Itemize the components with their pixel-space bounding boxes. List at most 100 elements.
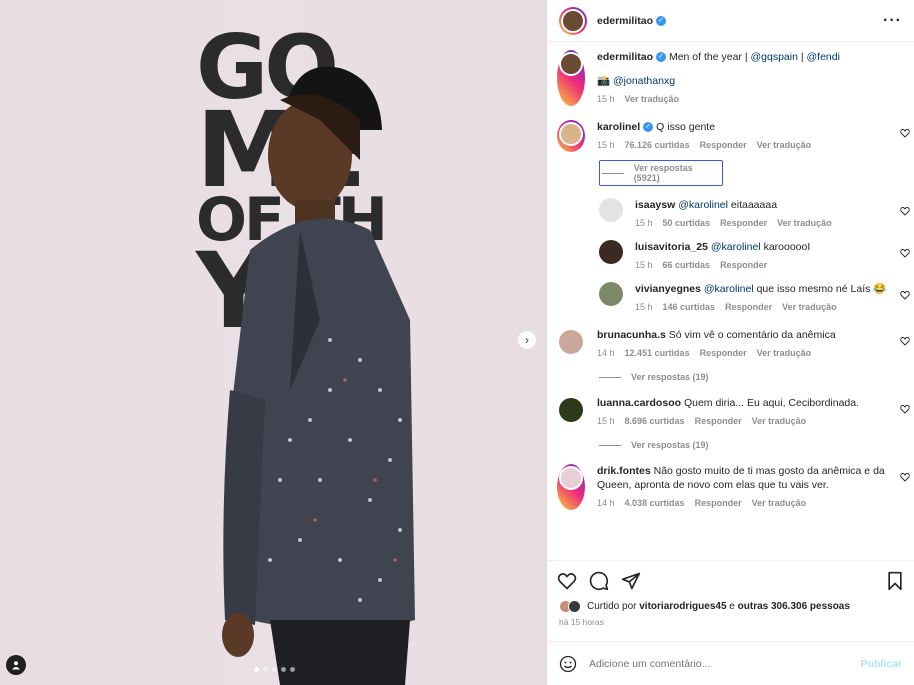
- tagged-users-button[interactable]: [6, 655, 26, 675]
- author-username[interactable]: edermilitao: [597, 15, 653, 27]
- translate-link[interactable]: Ver tradução: [757, 138, 812, 152]
- laughing-emoji-icon: 😂: [873, 283, 887, 295]
- bookmark-icon[interactable]: [886, 571, 904, 591]
- comment-username[interactable]: vivianyegnes: [635, 283, 701, 295]
- comment-mention[interactable]: @karolinel: [678, 199, 728, 211]
- liked-by-and: e: [729, 601, 735, 612]
- share-icon[interactable]: [621, 571, 641, 591]
- post-side-panel: edermilitao ✓ ··· edermilitao ✓ Men of th…: [546, 0, 914, 685]
- reply-button[interactable]: Responder: [720, 258, 767, 272]
- caption-username[interactable]: edermilitao: [597, 51, 653, 63]
- comment-mention[interactable]: @karolinel: [704, 283, 754, 295]
- translate-link[interactable]: Ver tradução: [625, 92, 680, 106]
- comment-likes[interactable]: 146 curtidas: [663, 300, 716, 314]
- comment-time[interactable]: 15 h: [597, 138, 615, 152]
- comment-time[interactable]: 15 h: [597, 414, 615, 428]
- carousel-dot: [272, 667, 277, 672]
- carousel-dot: [290, 667, 295, 672]
- post-photo[interactable]: GQ ME OF TH YE: [0, 0, 546, 685]
- post-actions: [547, 560, 914, 600]
- heart-icon[interactable]: [900, 206, 910, 216]
- translate-link[interactable]: Ver tradução: [752, 496, 807, 510]
- comment-username[interactable]: karolinel: [597, 121, 640, 133]
- comment-time[interactable]: 15 h: [635, 216, 653, 230]
- verified-icon: ✓: [656, 52, 667, 63]
- avatar: [599, 198, 623, 222]
- emoji-icon[interactable]: [559, 655, 577, 673]
- translate-link[interactable]: Ver tradução: [752, 414, 807, 428]
- reply-button[interactable]: Responder: [695, 496, 742, 510]
- comment-time[interactable]: 15 h: [635, 300, 653, 314]
- avatar: [561, 8, 585, 33]
- translate-link[interactable]: Ver tradução: [782, 300, 837, 314]
- post-header: edermilitao ✓ ···: [547, 0, 914, 42]
- carousel-dot: [281, 667, 286, 672]
- camera-emoji-icon: 📸: [597, 75, 611, 87]
- heart-icon[interactable]: [900, 128, 910, 138]
- caption-separator: |: [800, 51, 804, 63]
- comment-username[interactable]: brunacunha.s: [597, 329, 666, 341]
- comment-likes[interactable]: 66 curtidas: [663, 258, 711, 272]
- caption-mention[interactable]: @gqspain: [750, 51, 797, 63]
- heart-icon[interactable]: [900, 290, 910, 300]
- comment-username[interactable]: luanna.cardosoo: [597, 397, 681, 409]
- heart-icon[interactable]: [557, 571, 577, 591]
- carousel-dot: [254, 667, 259, 672]
- comment-text: Quem diria... Eu aqui, Cecibordinada.: [683, 397, 860, 409]
- heart-icon[interactable]: [900, 248, 910, 258]
- reply-button[interactable]: Responder: [700, 346, 747, 360]
- publish-button[interactable]: Publicar: [861, 658, 902, 670]
- caption-mention[interactable]: @fendi: [807, 51, 840, 63]
- comment-username[interactable]: luisavitoria_25: [635, 241, 708, 253]
- comment-username[interactable]: drik.fontes: [597, 465, 651, 477]
- translate-link[interactable]: Ver tradução: [757, 346, 812, 360]
- comment-likes[interactable]: 12.451 curtidas: [625, 346, 690, 360]
- comment-text: que isso mesmo né Laís: [756, 283, 871, 295]
- post-timestamp[interactable]: há 15 horas: [547, 613, 914, 627]
- avatar: [559, 398, 583, 422]
- avatar: [559, 330, 583, 354]
- caption: edermilitao ✓ Men of the year | @gqspain …: [547, 50, 914, 106]
- liked-by-label: Curtido por: [587, 601, 637, 612]
- translate-link[interactable]: Ver tradução: [777, 216, 832, 230]
- carousel-dots: [254, 667, 295, 672]
- add-comment-input[interactable]: [589, 657, 861, 670]
- reply-button[interactable]: Responder: [695, 414, 742, 428]
- comment-likes[interactable]: 4.038 curtidas: [625, 496, 685, 510]
- reply-button[interactable]: Responder: [725, 300, 772, 314]
- comment-mention[interactable]: @karolinel: [711, 241, 761, 253]
- comment-likes[interactable]: 76.126 curtidas: [625, 138, 690, 152]
- heart-icon[interactable]: [900, 404, 910, 414]
- comment-time[interactable]: 14 h: [597, 496, 615, 510]
- comment-time[interactable]: 14 h: [597, 346, 615, 360]
- comment-text: eitaaaaaa: [730, 199, 778, 211]
- view-replies-button[interactable]: Ver respostas (19): [599, 440, 914, 450]
- comment-username[interactable]: isaaysw: [635, 199, 675, 211]
- more-icon[interactable]: ···: [883, 12, 902, 30]
- comment-time[interactable]: 15 h: [597, 92, 615, 106]
- reply-comment: vivianyegnes @karolinel que isso mesmo n…: [547, 282, 914, 314]
- reply-button[interactable]: Responder: [700, 138, 747, 152]
- avatar: [559, 52, 583, 76]
- avatar: [568, 600, 581, 613]
- view-replies-button[interactable]: Ver respostas (5921): [599, 160, 723, 186]
- likes-summary: Curtido por vitoriarodrigues45 e outras …: [547, 600, 914, 613]
- heart-icon[interactable]: [900, 336, 910, 346]
- comment-likes[interactable]: 50 curtidas: [663, 216, 711, 230]
- comment: luanna.cardosoo Quem diria... Eu aqui, C…: [547, 396, 914, 428]
- comments-list[interactable]: edermilitao ✓ Men of the year | @gqspain …: [547, 42, 914, 560]
- caption-mention[interactable]: @jonathanxg: [613, 75, 675, 87]
- next-photo-button[interactable]: ›: [518, 331, 536, 349]
- comment-likes[interactable]: 8.696 curtidas: [625, 414, 685, 428]
- author-avatar-ring[interactable]: [559, 6, 587, 35]
- comment-time[interactable]: 15 h: [635, 258, 653, 272]
- liked-by-user[interactable]: vitoriarodrigues45: [639, 601, 726, 612]
- liked-by-others[interactable]: outras 306.306 pessoas: [738, 601, 850, 612]
- avatar: [599, 240, 623, 264]
- verified-icon: ✓: [656, 15, 667, 26]
- heart-icon[interactable]: [900, 472, 910, 482]
- reply-button[interactable]: Responder: [720, 216, 767, 230]
- comment-icon[interactable]: [589, 571, 609, 591]
- chevron-right-icon: ›: [525, 333, 529, 347]
- view-replies-button[interactable]: Ver respostas (19): [599, 372, 914, 382]
